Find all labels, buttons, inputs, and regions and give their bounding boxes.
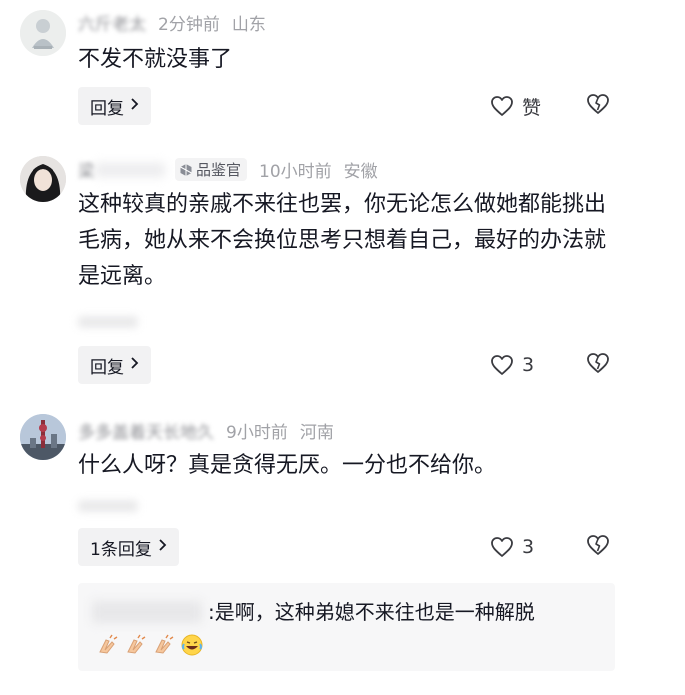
view-replies-button[interactable]: 1条回复 <box>78 528 179 566</box>
avatar[interactable] <box>20 414 66 460</box>
comment-location: 河南 <box>299 423 334 443</box>
author-name[interactable]: 多多盖着天长地久 <box>78 418 214 443</box>
reply-label: 回复 <box>90 98 124 119</box>
comment-actions: 3 <box>490 346 620 384</box>
gem-badge-icon <box>180 163 192 176</box>
broken-heart-icon <box>587 535 609 555</box>
dislike-button[interactable] <box>586 534 610 560</box>
like-count: 3 <box>522 536 535 558</box>
sub-reply[interactable]: :是啊，这种弟媳不来往也是一种解脱 <box>78 583 615 671</box>
comment-time: 9小时前 <box>226 423 288 443</box>
broken-heart-icon <box>587 353 609 373</box>
comment-location: 山东 <box>231 15 266 35</box>
dislike-button[interactable] <box>586 352 610 378</box>
status-badge: 品鉴官 <box>175 158 248 181</box>
comment-meta: 多多盖着天长地久 9小时前 河南 <box>78 418 334 443</box>
chevron-right-icon <box>158 538 167 556</box>
comment-actions: 3 <box>490 528 620 566</box>
chevron-right-icon <box>130 97 139 115</box>
like-button[interactable]: 3 <box>490 536 534 558</box>
dislike-button[interactable] <box>586 93 610 119</box>
clap-emoji-icon <box>155 634 174 654</box>
like-button[interactable]: 赞 <box>490 93 541 120</box>
like-label: 赞 <box>522 96 542 119</box>
heart-outline-icon <box>491 96 513 116</box>
broken-heart-icon <box>587 94 609 114</box>
comment-actions: 赞 <box>490 87 620 125</box>
reply-label: 回复 <box>90 357 124 378</box>
comment-meta: 六斤老太 2分钟前 山东 <box>78 10 266 35</box>
avatar[interactable] <box>20 10 66 56</box>
clap-emoji-icon <box>99 634 118 654</box>
author-name[interactable]: 六斤老太 <box>78 10 146 35</box>
comment-text: 不发不就没事了 <box>78 47 233 72</box>
avatar-image <box>20 414 66 460</box>
comment-text: 这种较真的亲戚不来往也罢，你无论怎么做她都能挑出毛病，她从来不会换位思考只想着自… <box>78 192 607 289</box>
comment-time: 10小时前 <box>259 162 332 182</box>
author-name-blur <box>95 162 165 177</box>
chevron-right-icon <box>130 356 139 374</box>
comment-location: 安徽 <box>343 162 378 182</box>
avatar-image <box>20 10 66 56</box>
sub-reply-emojis <box>96 633 204 657</box>
comment-meta: 梁 品鉴官 10小时前 安徽 <box>78 157 378 182</box>
reply-button[interactable]: 回复 <box>78 87 151 125</box>
heart-outline-icon <box>491 537 513 557</box>
blurred-content <box>78 316 138 328</box>
heart-outline-icon <box>491 355 513 375</box>
reply-button[interactable]: 回复 <box>78 346 151 384</box>
laugh-cry-emoji-icon <box>181 634 203 656</box>
like-count: 3 <box>522 354 535 376</box>
sub-reply-author-blur <box>92 601 202 623</box>
avatar-image <box>20 156 66 202</box>
sub-reply-text: :是啊，这种弟媳不来往也是一种解脱 <box>208 600 535 624</box>
badge-label: 品鉴官 <box>196 161 242 179</box>
comment-list: 六斤老太 2分钟前 山东 不发不就没事了 回复 赞 梁 品鉴官 10小时前 安徽… <box>0 0 685 695</box>
comment-time: 2分钟前 <box>158 15 220 35</box>
like-button[interactable]: 3 <box>490 354 534 376</box>
author-name[interactable]: 梁 <box>78 157 95 182</box>
clap-emoji-icon <box>127 634 146 654</box>
avatar[interactable] <box>20 156 66 202</box>
reply-label: 1条回复 <box>90 539 152 560</box>
blurred-content <box>78 500 138 512</box>
comment-text: 什么人呀？真是贪得无厌。一分也不给你。 <box>78 453 497 478</box>
